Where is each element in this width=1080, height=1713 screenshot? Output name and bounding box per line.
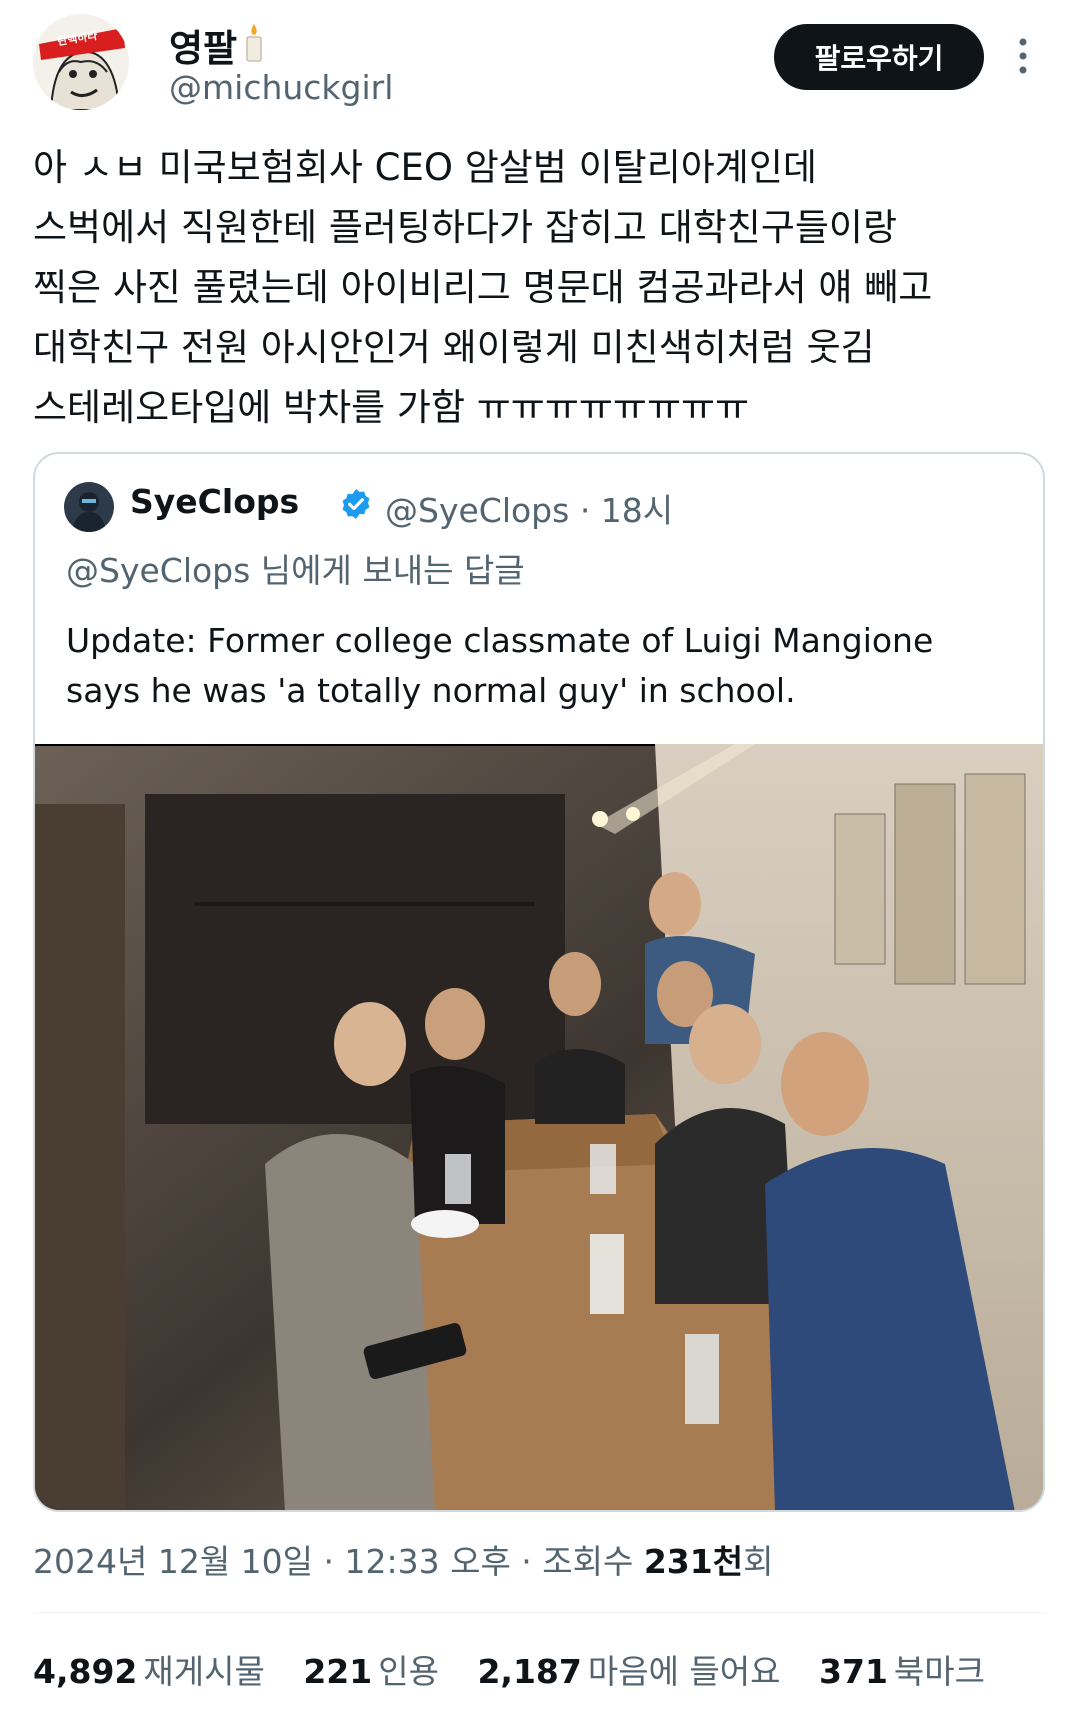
quoted-tweet-card[interactable]: SyeClops @SyeClops · 18시 @SyeClops 님에게 보… bbox=[33, 452, 1045, 1512]
stat-label: 마음에 들어요 bbox=[587, 1652, 781, 1691]
author-handle[interactable]: @michuckgirl bbox=[169, 68, 393, 107]
stat-label: 인용 bbox=[378, 1652, 439, 1691]
quote-author-avatar[interactable] bbox=[64, 482, 114, 532]
quote-time[interactable]: · 18시 bbox=[580, 491, 673, 530]
candle-icon bbox=[246, 24, 262, 62]
quote-handle[interactable]: @SyeClops bbox=[385, 491, 569, 530]
author-avatar[interactable]: 탄핵하라 bbox=[33, 14, 129, 110]
stat-count: 221 bbox=[303, 1652, 373, 1691]
tweet-text: 아 ㅅㅂ 미국보험회사 CEO 암살범 이탈리아계인데 스벅에서 직원한테 플러… bbox=[33, 138, 1043, 438]
quote-text: Update: Former college classmate of Luig… bbox=[66, 621, 934, 710]
follow-button[interactable]: 팔로우하기 bbox=[774, 24, 984, 90]
quote-display-name[interactable]: SyeClops bbox=[130, 482, 299, 521]
stat-quotes[interactable]: 221 인용 bbox=[303, 1652, 439, 1691]
quote-avatar-illustration bbox=[64, 482, 114, 532]
view-suffix: 회 bbox=[743, 1542, 774, 1581]
quote-reply-to: @SyeClops 님에게 보내는 답글 bbox=[66, 551, 525, 590]
author-display-name[interactable]: 영팔 bbox=[169, 18, 237, 72]
stat-count: 4,892 bbox=[33, 1652, 138, 1691]
stat-count: 2,187 bbox=[477, 1652, 582, 1691]
tweet-line: 아 ㅅㅂ 미국보험회사 CEO 암살범 이탈리아계인데 bbox=[33, 146, 817, 189]
group-photo[interactable] bbox=[35, 744, 1043, 1512]
tweet-line: 스벅에서 직원한테 플러팅하다가 잡히고 대학친구들이랑 bbox=[33, 206, 898, 249]
view-count: 231천 bbox=[643, 1542, 744, 1581]
tweet-line: 스테레오타입에 박차를 가함 ㅠㅠㅠㅠㅠㅠㅠㅠ bbox=[33, 386, 750, 429]
verified-badge-icon bbox=[342, 489, 370, 519]
more-options-icon[interactable] bbox=[1016, 36, 1030, 76]
tweet-line: 찍은 사진 풀렸는데 아이비리그 명문대 컴공과라서 얘 빼고 bbox=[33, 266, 933, 309]
tweet-timestamp[interactable]: 2024년 12월 10일 · 12:33 오후 · 조회수 231천회 bbox=[33, 1535, 773, 1583]
stat-label: 재게시물 bbox=[143, 1652, 265, 1691]
divider bbox=[33, 1612, 1047, 1613]
engagement-stats: 4,892 재게시물 221 인용 2,187 마음에 들어요 371 북마크 bbox=[33, 1645, 1013, 1693]
stat-bookmarks[interactable]: 371 북마크 bbox=[819, 1652, 985, 1691]
quote-meta: @SyeClops · 18시 bbox=[385, 484, 673, 532]
stat-label: 북마크 bbox=[893, 1652, 985, 1691]
stat-reposts[interactable]: 4,892 재게시물 bbox=[33, 1652, 265, 1691]
timestamp-datetime: 2024년 12월 10일 · 12:33 오후 · 조회수 bbox=[33, 1542, 644, 1581]
tweet-line: 대학친구 전원 아시안인거 왜이렇게 미친색히처럼 웃김 bbox=[33, 326, 875, 369]
stat-count: 371 bbox=[819, 1652, 888, 1691]
stat-likes[interactable]: 2,187 마음에 들어요 bbox=[477, 1652, 780, 1691]
